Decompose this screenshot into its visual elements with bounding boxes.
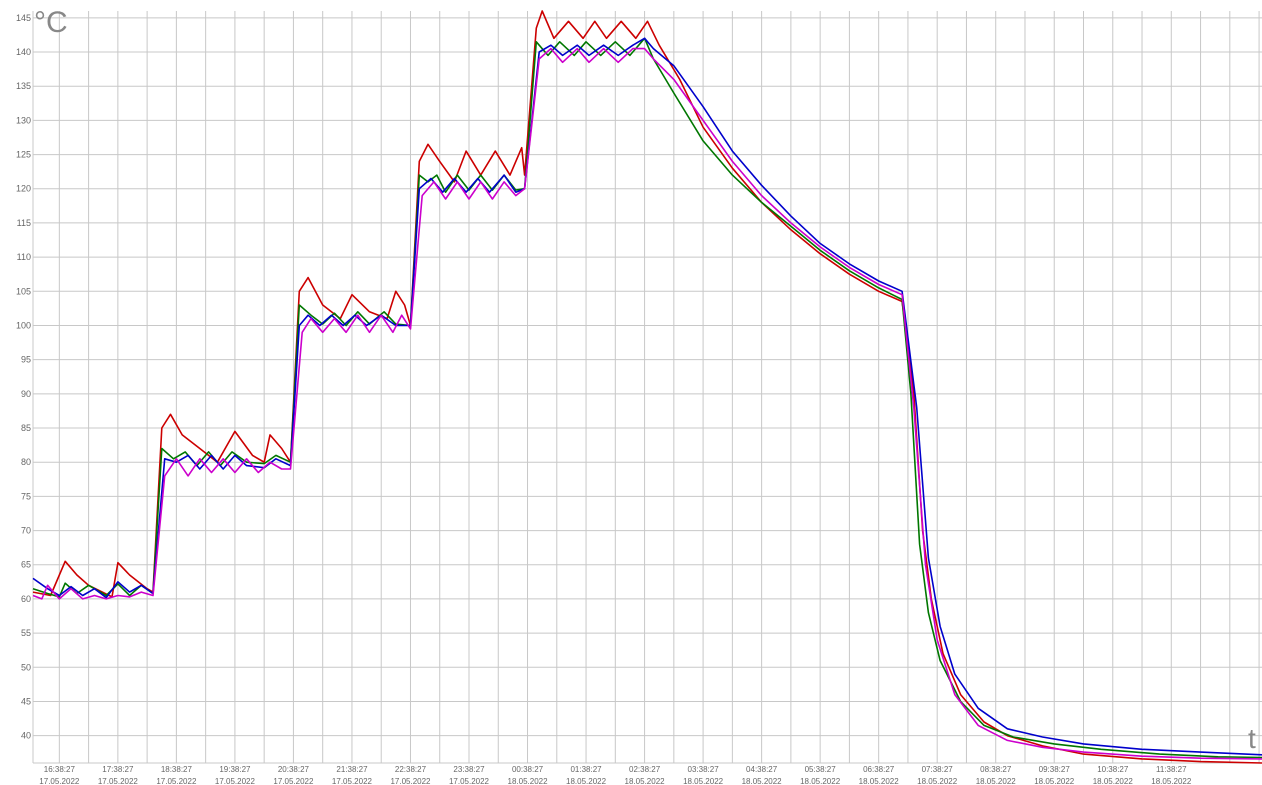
x-tick-date: 18.05.2022 [976, 777, 1017, 785]
x-tick-date: 17.05.2022 [156, 777, 197, 785]
x-tick-time: 02:38:27 [629, 765, 661, 774]
x-tick-time: 00:38:27 [512, 765, 544, 774]
series-layer [32, 10, 1262, 764]
y-tick-label: 60 [21, 594, 31, 604]
x-tick-date: 17.05.2022 [273, 777, 314, 785]
x-tick-date: 18.05.2022 [917, 777, 958, 785]
y-tick-label: 50 [21, 662, 31, 672]
y-tick-label: 80 [21, 457, 31, 467]
x-tick-date: 18.05.2022 [566, 777, 607, 785]
x-tick-date: 17.05.2022 [332, 777, 373, 785]
y-tick-label: 85 [21, 423, 31, 433]
x-tick-time: 18:38:27 [161, 765, 193, 774]
y-tick-label: 70 [21, 526, 31, 536]
x-tick-date: 18.05.2022 [859, 777, 900, 785]
y-gridlines [32, 11, 1262, 764]
x-axis-unit-label: t [1248, 723, 1256, 754]
x-tick-date: 17.05.2022 [449, 777, 490, 785]
series-line-4 [32, 47, 1262, 760]
y-tick-label: 140 [16, 47, 31, 57]
y-tick-label: 135 [16, 81, 31, 91]
temperature-chart: 40 45 50 55 60 65 70 75 80 85 90 95 100 105 110 115 120 1… [16, 6, 1262, 785]
y-axis-unit-label: °C [34, 6, 68, 39]
x-tick-time: 21:38:27 [336, 765, 368, 774]
x-tick-time: 03:38:27 [688, 765, 720, 774]
x-tick-time: 05:38:27 [805, 765, 837, 774]
x-tick-time: 23:38:27 [453, 765, 485, 774]
x-tick-date: 18.05.2022 [1093, 777, 1134, 785]
x-tick-date: 17.05.2022 [39, 777, 80, 785]
x-tick-time: 04:38:27 [746, 765, 778, 774]
y-tick-label: 110 [17, 252, 31, 262]
y-tick-label: 45 [21, 696, 31, 706]
x-tick-time: 08:38:27 [980, 765, 1012, 774]
y-tick-label: 100 [16, 320, 31, 330]
y-tick-label: 40 [21, 731, 31, 741]
x-tick-time: 16:38:27 [44, 765, 76, 774]
x-tick-date: 18.05.2022 [1151, 777, 1192, 785]
x-tick-date: 18.05.2022 [625, 777, 666, 785]
y-tick-label: 125 [16, 150, 31, 160]
x-tick-date: 18.05.2022 [508, 777, 549, 785]
x-tick-date: 18.05.2022 [683, 777, 724, 785]
x-tick-time: 09:38:27 [1039, 765, 1071, 774]
x-tick-labels: 16:38:27 17.05.2022 17:38:27 17.05.2022 18:3… [39, 765, 1192, 785]
x-tick-time: 20:38:27 [278, 765, 310, 774]
y-tick-label: 95 [21, 355, 31, 365]
x-tick-time: 01:38:27 [570, 765, 602, 774]
series-line-2 [32, 37, 1262, 759]
x-tick-date: 18.05.2022 [742, 777, 783, 785]
y-tick-label: 75 [21, 491, 31, 501]
x-gridlines [58, 11, 1260, 763]
x-tick-time: 07:38:27 [922, 765, 954, 774]
x-tick-date: 18.05.2022 [800, 777, 841, 785]
x-tick-date: 18.05.2022 [1034, 777, 1075, 785]
x-tick-date: 17.05.2022 [215, 777, 256, 785]
x-tick-date: 17.05.2022 [98, 777, 139, 785]
x-tick-time: 22:38:27 [395, 765, 427, 774]
x-tick-date: 17.05.2022 [390, 777, 431, 785]
y-tick-label: 90 [21, 389, 31, 399]
y-tick-label: 105 [16, 286, 31, 296]
y-tick-label: 55 [21, 628, 31, 638]
x-tick-time: 11:38:27 [1156, 765, 1187, 774]
y-tick-label: 145 [16, 13, 31, 23]
y-tick-label: 115 [17, 218, 31, 228]
y-tick-label: 120 [16, 184, 31, 194]
series-line-3 [32, 37, 1262, 756]
x-tick-time: 06:38:27 [863, 765, 895, 774]
y-tick-label: 130 [16, 115, 31, 125]
x-tick-time: 17:38:27 [102, 765, 134, 774]
x-tick-time: 10:38:27 [1097, 765, 1129, 774]
series-line-1 [32, 10, 1262, 764]
y-tick-label: 65 [21, 560, 31, 570]
x-tick-time: 19:38:27 [219, 765, 251, 774]
y-tick-labels: 40 45 50 55 60 65 70 75 80 85 90 95 100 105 110 115 120 1… [16, 13, 31, 741]
